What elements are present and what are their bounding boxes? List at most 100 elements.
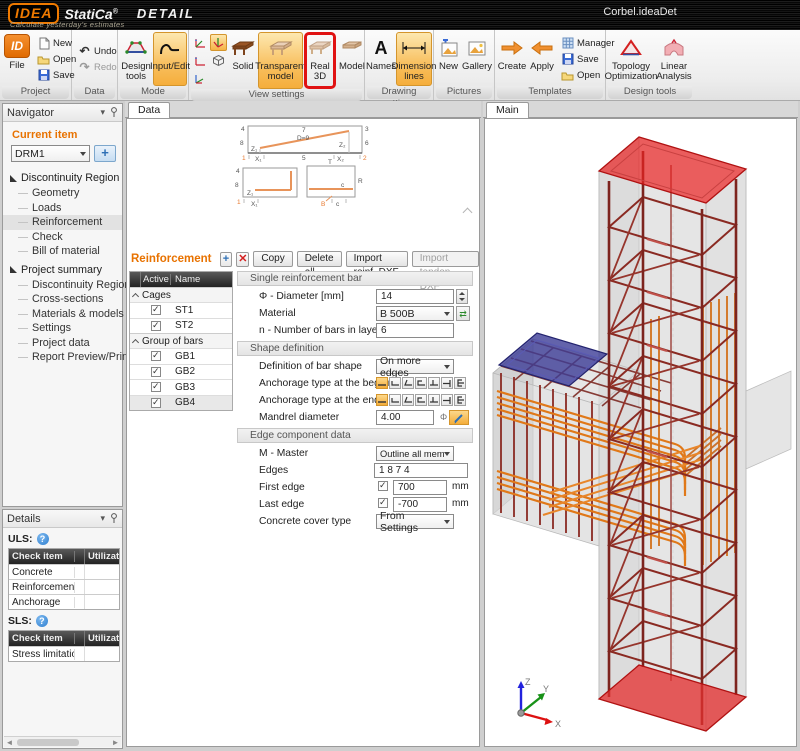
- active-checkbox[interactable]: [151, 321, 161, 331]
- active-checkbox[interactable]: [151, 351, 161, 361]
- anchorage-hook-180-button[interactable]: [415, 377, 427, 389]
- nav-item-check[interactable]: Check: [3, 230, 122, 245]
- table-row-st2[interactable]: ST2: [130, 318, 232, 334]
- input-edit-mode-button[interactable]: Input/Edit: [153, 32, 187, 86]
- undo-button[interactable]: ↶ Undo: [76, 44, 119, 59]
- table-row-gb1[interactable]: GB1: [130, 348, 232, 364]
- horizontal-scrollbar[interactable]: ◄ ►: [4, 736, 121, 747]
- nav-item-discontinuity-regions[interactable]: Discontinuity Regions: [3, 278, 122, 293]
- table-row-gb2[interactable]: GB2: [130, 364, 232, 380]
- edit-mandrel-button[interactable]: [449, 410, 469, 425]
- picture-gallery-button[interactable]: Gallery: [462, 32, 492, 86]
- nav-item-report-preview-print[interactable]: Report Preview/Print: [3, 350, 122, 365]
- solid-view-button[interactable]: Solid: [229, 32, 257, 89]
- nav-item-bill-of-material[interactable]: Bill of material: [3, 244, 122, 259]
- anchorage-plate-button[interactable]: [441, 394, 453, 406]
- template-apply-button[interactable]: Apply: [528, 32, 556, 86]
- tab-main[interactable]: Main: [486, 102, 529, 118]
- anchorage-hook-180-button[interactable]: [415, 394, 427, 406]
- axis-view-xz-button[interactable]: [192, 52, 209, 69]
- anchorage-hook-up-button[interactable]: [389, 394, 401, 406]
- group-row-group-of-bars[interactable]: Group of bars: [130, 333, 232, 348]
- model-view-button[interactable]: Model: [337, 32, 367, 89]
- bar-shape-dropdown[interactable]: On more edges: [376, 359, 454, 374]
- anchorage-c-hook-button[interactable]: [454, 394, 466, 406]
- last-edge-checkbox[interactable]: [378, 498, 388, 508]
- help-icon[interactable]: ?: [36, 615, 48, 627]
- active-checkbox[interactable]: [151, 382, 161, 392]
- anchorage-hook-up-button[interactable]: [389, 377, 401, 389]
- anchorage-c-hook-button[interactable]: [454, 377, 466, 389]
- transparent-model-view-button[interactable]: Transparent model: [258, 32, 303, 89]
- nav-item-geometry[interactable]: Geometry: [3, 186, 122, 201]
- current-item-dropdown[interactable]: DRM1: [11, 145, 90, 162]
- concrete-cover-dropdown[interactable]: From Settings: [376, 514, 454, 529]
- active-checkbox[interactable]: [151, 305, 161, 315]
- nav-item-reinforcement[interactable]: Reinforcement: [3, 215, 122, 230]
- topology-optimization-button[interactable]: Topology Optimization: [608, 32, 654, 86]
- scrollbar-thumb[interactable]: [17, 739, 79, 746]
- 3d-viewport[interactable]: Z Y X: [484, 118, 797, 747]
- first-edge-checkbox[interactable]: [378, 481, 388, 491]
- nav-item-cross-sections[interactable]: Cross-sections: [3, 292, 122, 307]
- add-item-button[interactable]: +: [94, 145, 116, 162]
- active-checkbox[interactable]: [151, 398, 161, 408]
- file-button[interactable]: ID File: [4, 34, 30, 84]
- table-row[interactable]: Anchorage: [9, 594, 119, 609]
- anchorage-bend-45-button[interactable]: [402, 377, 414, 389]
- group-row-cages[interactable]: Cages: [130, 287, 232, 302]
- master-dropdown[interactable]: Outline all members: [376, 446, 454, 461]
- scroll-right-icon[interactable]: ►: [110, 738, 121, 747]
- delete-reinforcement-button[interactable]: ✕: [236, 252, 249, 267]
- table-row[interactable]: Reinforcement: [9, 579, 119, 594]
- template-create-button[interactable]: Create: [497, 32, 527, 86]
- table-row-st1[interactable]: ST1: [130, 302, 232, 318]
- anchorage-plate-button[interactable]: [441, 377, 453, 389]
- delete-all-button[interactable]: Delete all: [297, 251, 342, 267]
- edit-material-button[interactable]: ⇄: [456, 306, 470, 321]
- import-reinf-dxf-button[interactable]: Import reinf. DXF: [346, 251, 408, 267]
- nav-item-settings[interactable]: Settings: [3, 321, 122, 336]
- tree-section-discontinuity-region[interactable]: Discontinuity Region: [3, 170, 122, 186]
- active-checkbox[interactable]: [151, 367, 161, 377]
- pin-icon[interactable]: [110, 107, 118, 119]
- axis-view-xy-button[interactable]: [192, 34, 209, 51]
- bars-in-layer-input[interactable]: 6: [376, 323, 454, 338]
- design-tools-mode-button[interactable]: Design tools: [120, 32, 152, 86]
- anchorage-straight-button[interactable]: [376, 394, 388, 406]
- first-edge-input[interactable]: 700: [393, 480, 447, 495]
- nav-item-materials-models[interactable]: Materials & models: [3, 307, 122, 322]
- collapse-icon[interactable]: ▾: [100, 513, 105, 524]
- redo-button[interactable]: ↷ Redo: [76, 60, 119, 75]
- tab-data[interactable]: Data: [128, 102, 170, 118]
- table-row[interactable]: Concrete: [9, 564, 119, 579]
- anchorage-perp-button[interactable]: [428, 377, 440, 389]
- table-row-gb3[interactable]: GB3: [130, 379, 232, 395]
- scroll-up-icon[interactable]: [463, 208, 473, 218]
- diameter-input[interactable]: 14: [376, 289, 454, 304]
- vertical-scrollbar[interactable]: [462, 209, 473, 255]
- isometric-cube-button[interactable]: [210, 52, 227, 69]
- import-tendon-dxf-button[interactable]: Import tendon DXF: [412, 251, 479, 267]
- picture-new-button[interactable]: New: [436, 32, 461, 86]
- collapse-icon[interactable]: ▾: [100, 107, 105, 118]
- nav-item-project-data[interactable]: Project data: [3, 336, 122, 351]
- axis-view-3d-button[interactable]: [210, 34, 227, 51]
- add-reinforcement-button[interactable]: +: [220, 252, 233, 267]
- copy-button[interactable]: Copy: [253, 251, 292, 267]
- anchorage-bend-45-button[interactable]: [402, 394, 414, 406]
- real-3d-view-button[interactable]: Real 3D: [304, 32, 336, 89]
- nav-item-loads[interactable]: Loads: [3, 201, 122, 216]
- anchorage-straight-button[interactable]: [376, 377, 388, 389]
- mandrel-input[interactable]: 4.00: [376, 410, 434, 425]
- pin-icon[interactable]: [110, 513, 118, 525]
- table-row[interactable]: Stress limitation: [9, 646, 119, 661]
- diameter-spinner[interactable]: [456, 289, 468, 304]
- edges-input[interactable]: 1 8 7 4: [374, 463, 468, 478]
- scroll-left-icon[interactable]: ◄: [4, 738, 15, 747]
- help-icon[interactable]: ?: [37, 533, 49, 545]
- table-row-gb4[interactable]: GB4: [130, 395, 232, 411]
- tree-section-project-summary[interactable]: Project summary: [3, 262, 122, 278]
- dimension-lines-button[interactable]: Dimension lines: [396, 32, 432, 86]
- anchorage-perp-button[interactable]: [428, 394, 440, 406]
